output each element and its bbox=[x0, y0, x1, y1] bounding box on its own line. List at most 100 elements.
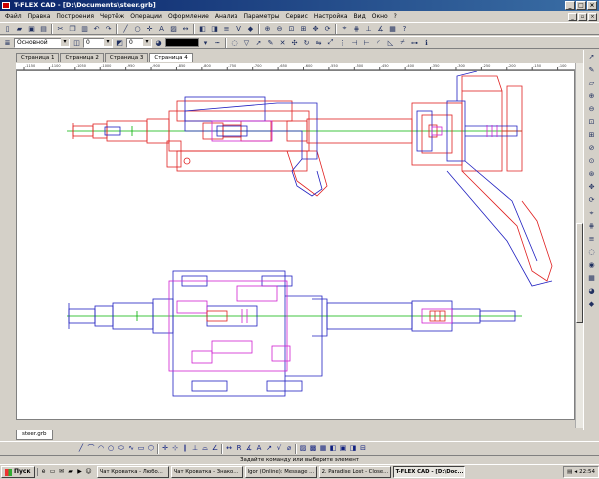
zoom-out-icon[interactable]: ⊖ bbox=[586, 104, 597, 115]
dimension-icon[interactable]: ↔ bbox=[224, 443, 234, 454]
zoom-all-icon[interactable]: ⊞ bbox=[298, 23, 309, 34]
break-icon[interactable]: ⌿ bbox=[397, 37, 408, 48]
angle-icon[interactable]: ∡ bbox=[244, 443, 254, 454]
leader-icon[interactable]: ↗ bbox=[264, 443, 274, 454]
menu-view[interactable]: Вид bbox=[351, 13, 369, 20]
zoom-out-icon[interactable]: ⊖ bbox=[274, 23, 285, 34]
tolerance-icon[interactable]: ⌀ bbox=[284, 443, 294, 454]
task-item[interactable]: Чат Кроватка - Знако... bbox=[170, 466, 243, 478]
construction-icon[interactable]: ⊹ bbox=[170, 443, 180, 454]
scroll-thumb[interactable] bbox=[576, 223, 583, 323]
select-arrow-icon[interactable]: ➚ bbox=[586, 52, 597, 63]
vertical-scrollbar[interactable] bbox=[575, 63, 583, 428]
edit-icon[interactable]: ✎ bbox=[265, 37, 276, 48]
node-tool-icon[interactable]: ✛ bbox=[144, 23, 155, 34]
layers-icon[interactable]: ≡ bbox=[586, 234, 597, 245]
eraser-icon[interactable]: ▱ bbox=[586, 78, 597, 89]
ie-icon[interactable]: e bbox=[40, 468, 48, 476]
fill-icon[interactable]: ▩ bbox=[308, 443, 318, 454]
view-icon[interactable]: ◨ bbox=[209, 23, 220, 34]
line-tool-icon[interactable]: ╱ bbox=[120, 23, 131, 34]
menu-construct[interactable]: Построения bbox=[53, 13, 97, 20]
close-button[interactable]: × bbox=[587, 1, 597, 10]
mirror-icon[interactable]: ⇋ bbox=[313, 37, 324, 48]
properties-icon[interactable]: ▦ bbox=[387, 23, 398, 34]
new-file-icon[interactable]: ▯ bbox=[2, 23, 13, 34]
redraw-icon[interactable]: ⟳ bbox=[322, 23, 333, 34]
move-icon[interactable]: ✣ bbox=[289, 37, 300, 48]
radius-icon[interactable]: R bbox=[234, 443, 244, 454]
chamfer-icon[interactable]: ◺ bbox=[385, 37, 396, 48]
properties-icon[interactable]: ▦ bbox=[586, 273, 597, 284]
volume-icon[interactable]: ◂ bbox=[574, 469, 577, 475]
player-icon[interactable]: ▶ bbox=[76, 468, 84, 476]
tab-page-4[interactable]: Страница 4 bbox=[149, 53, 193, 62]
menu-file[interactable]: Файл bbox=[2, 13, 25, 20]
color-dropdown-icon[interactable]: ▾ bbox=[200, 37, 211, 48]
show-icon[interactable]: ◉ bbox=[586, 260, 597, 271]
minimize-button[interactable]: _ bbox=[565, 1, 575, 10]
folder-icon[interactable]: ▰ bbox=[67, 468, 75, 476]
select-icon[interactable]: ➚ bbox=[253, 37, 264, 48]
menu-format[interactable]: Оформление bbox=[165, 13, 212, 20]
ortho-icon[interactable]: ⊥ bbox=[363, 23, 374, 34]
menu-help[interactable]: ? bbox=[391, 13, 400, 20]
snap-icon[interactable]: ⌖ bbox=[586, 208, 597, 219]
fragment-icon[interactable]: ◧ bbox=[328, 443, 338, 454]
doc-close-button[interactable]: × bbox=[588, 12, 597, 21]
scale-icon[interactable]: ⤢ bbox=[325, 37, 336, 48]
tab-page-1[interactable]: Страница 1 bbox=[16, 53, 60, 62]
task-item-active[interactable]: T-FLEX CAD - [D:\Doc... bbox=[392, 466, 465, 478]
fillet-icon[interactable]: ◜ bbox=[373, 37, 384, 48]
polygon-icon[interactable]: ⬡ bbox=[146, 443, 156, 454]
drawing-canvas[interactable] bbox=[16, 70, 575, 420]
menu-parameters[interactable]: Параметры bbox=[241, 13, 283, 20]
zoom-in-icon[interactable]: ⊕ bbox=[262, 23, 273, 34]
color-palette-icon[interactable]: ◕ bbox=[153, 37, 164, 48]
line-icon[interactable]: ╱ bbox=[76, 443, 86, 454]
delete-icon[interactable]: ✕ bbox=[277, 37, 288, 48]
tab-page-2[interactable]: Страница 2 bbox=[60, 53, 104, 62]
undo-icon[interactable]: ↶ bbox=[91, 23, 102, 34]
perpendicular-icon[interactable]: ⊥ bbox=[190, 443, 200, 454]
save-icon[interactable]: ▣ bbox=[26, 23, 37, 34]
start-button[interactable]: Пуск bbox=[1, 466, 35, 478]
menu-operations[interactable]: Операции bbox=[127, 13, 165, 20]
hide-icon[interactable]: ◌ bbox=[229, 37, 240, 48]
level-select[interactable]: 0 bbox=[83, 37, 113, 48]
rectangle-icon[interactable]: ▭ bbox=[136, 443, 146, 454]
node-icon[interactable]: ✛ bbox=[160, 443, 170, 454]
task-item[interactable]: Igor (Online): Message ... bbox=[244, 466, 317, 478]
zoom-page-icon[interactable]: ⊛ bbox=[586, 169, 597, 180]
menu-window[interactable]: Окно bbox=[369, 13, 391, 20]
variables-icon[interactable]: V bbox=[233, 23, 244, 34]
color-swatch[interactable] bbox=[165, 38, 199, 47]
parallel-icon[interactable]: ∥ bbox=[180, 443, 190, 454]
drawing-svg[interactable] bbox=[17, 71, 575, 420]
table-icon[interactable]: ▦ bbox=[318, 443, 328, 454]
network-icon[interactable]: ▤ bbox=[567, 469, 572, 475]
filter-icon[interactable]: ▽ bbox=[241, 37, 252, 48]
grid-icon[interactable]: ⋕ bbox=[586, 221, 597, 232]
redo-icon[interactable]: ↷ bbox=[103, 23, 114, 34]
trim-icon[interactable]: ⊣ bbox=[349, 37, 360, 48]
picture-icon[interactable]: ▣ bbox=[338, 443, 348, 454]
pan-icon[interactable]: ✥ bbox=[310, 23, 321, 34]
array-icon[interactable]: ⋮ bbox=[337, 37, 348, 48]
line-type-icon[interactable]: ┅ bbox=[212, 37, 223, 48]
doc-restore-button[interactable]: ▫ bbox=[578, 12, 587, 21]
measure-icon[interactable]: ∡ bbox=[375, 23, 386, 34]
text-tool-icon[interactable]: A bbox=[156, 23, 167, 34]
chat-icon[interactable]: ☺ bbox=[85, 468, 93, 476]
hatch-tool-icon[interactable]: ▨ bbox=[168, 23, 179, 34]
section-icon[interactable]: ⊟ bbox=[358, 443, 368, 454]
width-select[interactable]: 0 bbox=[126, 37, 152, 48]
tangent-icon[interactable]: ⌓ bbox=[200, 443, 210, 454]
menu-settings[interactable]: Настройка bbox=[311, 13, 351, 20]
hide-icon[interactable]: ◌ bbox=[586, 247, 597, 258]
print-icon[interactable]: ▤ bbox=[38, 23, 49, 34]
ellipse-icon[interactable]: ⬭ bbox=[116, 443, 126, 454]
menu-drawing[interactable]: Чертёж bbox=[97, 13, 127, 20]
model-icon[interactable]: ◆ bbox=[586, 299, 597, 310]
document-tab[interactable]: steer.grb bbox=[16, 430, 53, 440]
